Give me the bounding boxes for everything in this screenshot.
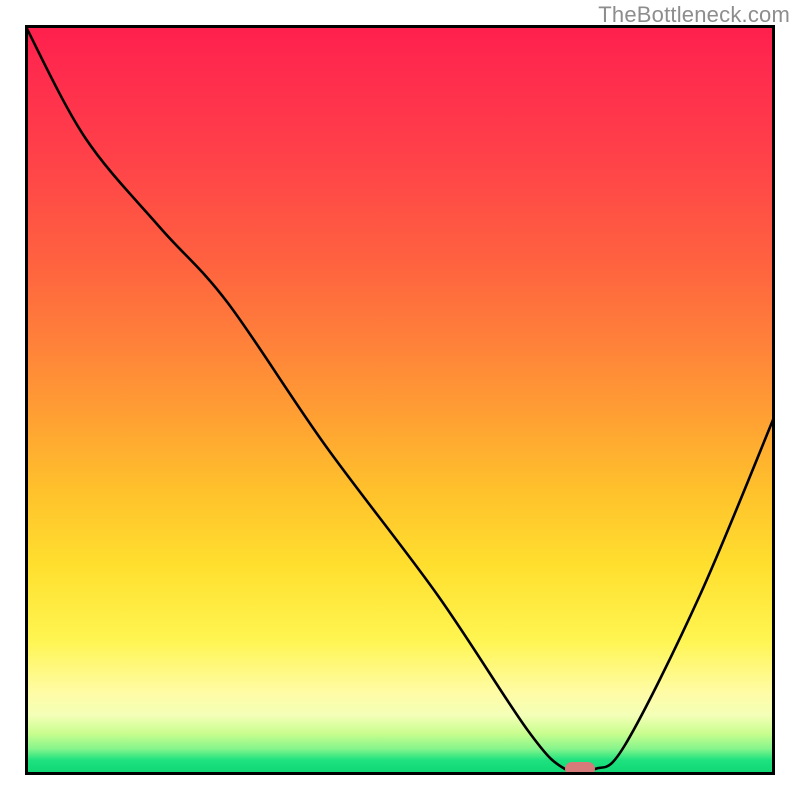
bottleneck-curve: [25, 25, 775, 773]
curve-layer: [25, 25, 775, 775]
chart-container: TheBottleneck.com: [0, 0, 800, 800]
plot-area: [25, 25, 775, 775]
optimal-marker: [565, 762, 595, 775]
watermark-text: TheBottleneck.com: [598, 2, 790, 28]
